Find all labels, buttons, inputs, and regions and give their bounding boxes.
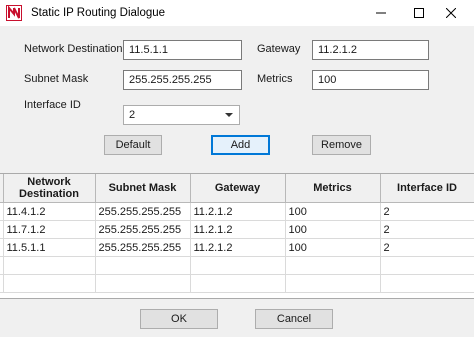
interface-id-select[interactable]: 2 bbox=[123, 105, 240, 125]
table-cell[interactable]: 100 bbox=[285, 220, 381, 239]
column-header[interactable]: Gateway bbox=[190, 174, 286, 203]
network-destination-label: Network Destination bbox=[24, 43, 123, 55]
window-title: Static IP Routing Dialogue bbox=[31, 7, 166, 19]
column-header[interactable]: Network Destination bbox=[3, 174, 96, 203]
subnet-mask-label: Subnet Mask bbox=[24, 73, 89, 85]
table-row[interactable]: 11.4.1.2 255.255.255.255 11.2.1.2 100 2 bbox=[0, 202, 474, 221]
close-icon bbox=[446, 8, 456, 18]
app-n-logo-icon bbox=[6, 5, 22, 21]
interface-id-value: 2 bbox=[129, 109, 136, 121]
chevron-down-icon bbox=[225, 113, 233, 117]
table-cell[interactable]: 2 bbox=[380, 238, 474, 257]
table-cell[interactable]: 11.2.1.2 bbox=[190, 220, 286, 239]
gateway-input[interactable]: 11.2.1.2 bbox=[312, 40, 429, 60]
table-cell[interactable]: 11.2.1.2 bbox=[190, 238, 286, 257]
table-cell[interactable]: 255.255.255.255 bbox=[95, 238, 191, 257]
remove-button[interactable]: Remove bbox=[312, 135, 371, 155]
network-destination-input[interactable]: 11.5.1.1 bbox=[123, 40, 242, 60]
table-cell[interactable]: 11.5.1.1 bbox=[3, 238, 96, 257]
table-row[interactable]: 11.5.1.1 255.255.255.255 11.2.1.2 100 2 bbox=[0, 238, 474, 257]
table-cell[interactable]: 11.4.1.2 bbox=[3, 202, 96, 221]
close-button[interactable] bbox=[428, 0, 474, 26]
default-button[interactable]: Default bbox=[104, 135, 162, 155]
table-cell[interactable]: 255.255.255.255 bbox=[95, 220, 191, 239]
title-bar: Static IP Routing Dialogue bbox=[0, 0, 474, 26]
routes-table[interactable]: Network Destination Subnet Mask Gateway … bbox=[0, 173, 474, 299]
table-cell[interactable]: 11.7.1.2 bbox=[3, 220, 96, 239]
interface-id-label: Interface ID bbox=[24, 99, 81, 111]
column-header[interactable]: Interface ID bbox=[380, 174, 474, 203]
metrics-label: Metrics bbox=[257, 73, 293, 85]
table-row-empty bbox=[0, 274, 474, 293]
table-row-empty bbox=[0, 256, 474, 275]
cancel-button[interactable]: Cancel bbox=[255, 309, 333, 329]
ok-button[interactable]: OK bbox=[140, 309, 218, 329]
minimize-icon bbox=[376, 12, 386, 14]
metrics-input[interactable]: 100 bbox=[312, 70, 429, 90]
add-button[interactable]: Add bbox=[211, 135, 270, 155]
table-cell[interactable]: 255.255.255.255 bbox=[95, 202, 191, 221]
table-row[interactable]: 11.7.1.2 255.255.255.255 11.2.1.2 100 2 bbox=[0, 220, 474, 239]
column-header[interactable]: Subnet Mask bbox=[95, 174, 191, 203]
table-cell[interactable]: 2 bbox=[380, 202, 474, 221]
column-header[interactable]: Metrics bbox=[285, 174, 381, 203]
table-cell[interactable]: 100 bbox=[285, 202, 381, 221]
subnet-mask-input[interactable]: 255.255.255.255 bbox=[123, 70, 242, 90]
table-cell[interactable]: 100 bbox=[285, 238, 381, 257]
table-cell[interactable]: 2 bbox=[380, 220, 474, 239]
maximize-icon bbox=[414, 8, 424, 18]
table-cell[interactable]: 11.2.1.2 bbox=[190, 202, 286, 221]
gateway-label: Gateway bbox=[257, 43, 301, 55]
table-header-row: Network Destination Subnet Mask Gateway … bbox=[0, 174, 474, 203]
